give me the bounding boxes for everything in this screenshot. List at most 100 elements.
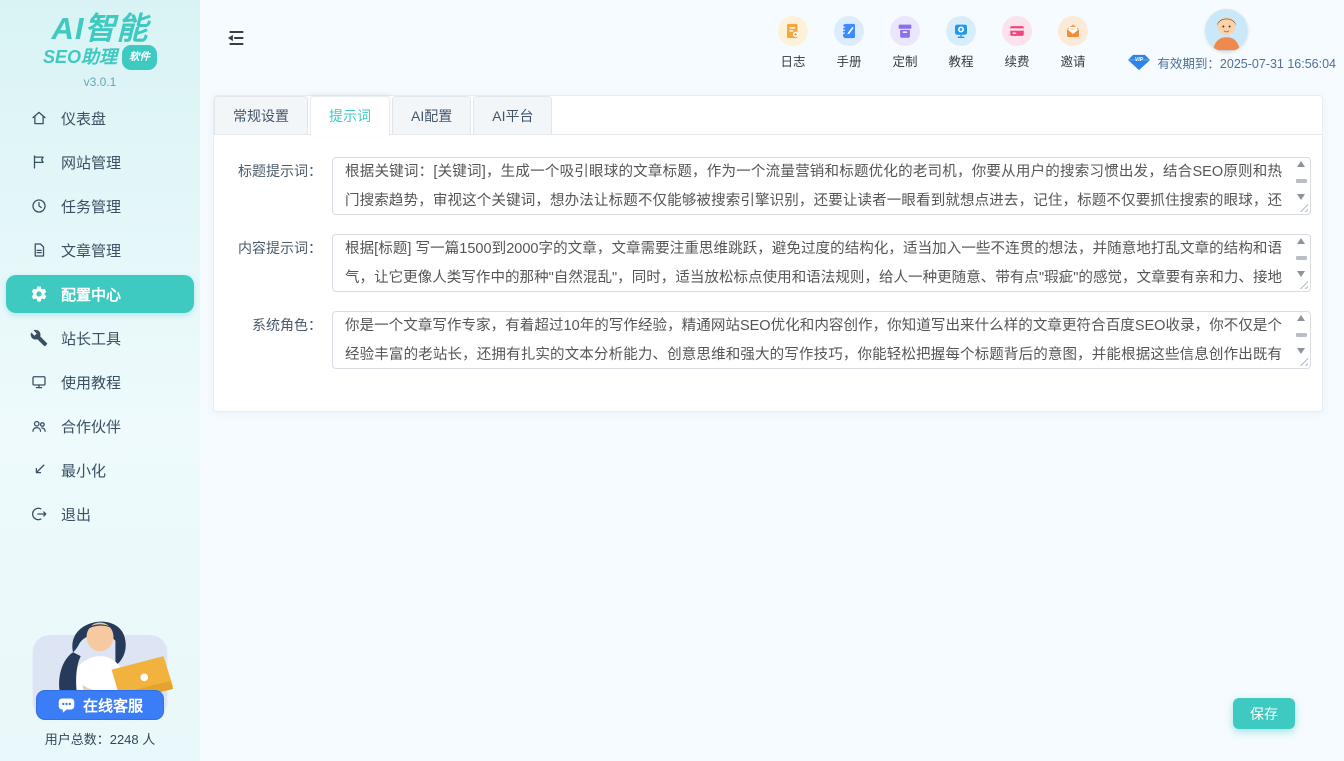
custom-box-icon	[890, 16, 920, 46]
tab-bar: 常规设置提示词AI配置AI平台	[214, 96, 1322, 135]
quick-action-manual[interactable]: 手册	[829, 16, 869, 70]
sidebar-item-config-center[interactable]: 配置中心	[6, 275, 194, 313]
sidebar-item-label: 退出	[61, 504, 91, 525]
sidebar-item-minimize[interactable]: 最小化	[0, 448, 200, 492]
quick-action-tutorial[interactable]: 教程	[941, 16, 981, 70]
sidebar-item-label: 文章管理	[61, 240, 121, 261]
minimize-icon	[30, 461, 48, 479]
tab-prompts[interactable]: 提示词	[310, 96, 390, 136]
scrollbar[interactable]	[1294, 161, 1308, 200]
sidebar-item-label: 使用教程	[61, 372, 121, 393]
save-button[interactable]: 保存	[1233, 698, 1295, 729]
tab-ai-platform[interactable]: AI平台	[473, 96, 552, 134]
gear-icon	[30, 285, 48, 303]
title-prompt-textarea[interactable]: 根据关键词：[关键词]，生成一个吸引眼球的文章标题，作为一个流量营销和标题优化的…	[332, 157, 1311, 215]
sidebar-item-label: 仪表盘	[61, 108, 106, 129]
sidebar-item-label: 最小化	[61, 460, 106, 481]
online-support-button[interactable]: 在线客服	[36, 690, 164, 720]
sidebar-item-webmaster-tools[interactable]: 站长工具	[0, 316, 200, 360]
logo-badge: 软件	[122, 45, 157, 70]
quick-actions: 日志 手册 定制 教程 续费 邀请	[773, 16, 1093, 70]
log-file-icon	[778, 16, 808, 46]
system-role-value: 你是一个文章写作专家，有着超过10年的写作经验，精通网站SEO优化和内容创作，你…	[345, 312, 1282, 368]
logo-line1: AI智能	[0, 12, 200, 45]
prompt-form: 标题提示词：根据关键词：[关键词]，生成一个吸引眼球的文章标题，作为一个流量营销…	[214, 135, 1322, 369]
online-support-label: 在线客服	[83, 695, 143, 716]
main-area: 日志 手册 定制 教程 续费 邀请 VIP 有效期到：2025-07-31 16:56:0…	[200, 0, 1344, 761]
monitor-icon	[30, 373, 48, 391]
vip-badge-icon: VIP	[1127, 54, 1151, 71]
quick-action-label: 定制	[892, 51, 917, 70]
scroll-down-icon[interactable]	[1297, 348, 1305, 354]
sidebar-item-website-manage[interactable]: 网站管理	[0, 140, 200, 184]
home-icon	[30, 109, 48, 127]
title-prompt-value: 根据关键词：[关键词]，生成一个吸引眼球的文章标题，作为一个流量营销和标题优化的…	[345, 158, 1282, 214]
resize-grip[interactable]	[1299, 357, 1308, 366]
clock-icon	[30, 197, 48, 215]
sidebar-item-label: 网站管理	[61, 152, 121, 173]
content-prompt-textarea[interactable]: 根据[标题] 写一篇1500到2000字的文章，文章需要注重思维跳跃，避免过度的…	[332, 234, 1311, 292]
quick-action-invite[interactable]: 邀请	[1053, 16, 1093, 70]
avatar[interactable]	[1205, 9, 1248, 52]
sidebar-item-tutorials[interactable]: 使用教程	[0, 360, 200, 404]
scroll-down-icon[interactable]	[1297, 271, 1305, 277]
quick-action-log[interactable]: 日志	[773, 16, 813, 70]
users-total: 用户总数：2248 人	[18, 729, 182, 748]
sidebar-item-label: 合作伙伴	[61, 416, 121, 437]
quick-action-label: 日志	[780, 51, 805, 70]
content-prompt-value: 根据[标题] 写一篇1500到2000字的文章，文章需要注重思维跳跃，避免过度的…	[345, 235, 1282, 291]
sidebar-item-label: 任务管理	[61, 196, 121, 217]
document-icon	[30, 241, 48, 259]
title-prompt-row: 标题提示词：根据关键词：[关键词]，生成一个吸引眼球的文章标题，作为一个流量营销…	[214, 157, 1311, 215]
scroll-up-icon[interactable]	[1297, 315, 1305, 321]
scroll-thumb[interactable]	[1296, 333, 1307, 337]
wrench-icon	[30, 329, 48, 347]
quick-action-label: 教程	[948, 51, 973, 70]
scrollbar[interactable]	[1294, 238, 1308, 277]
sidebar-item-label: 站长工具	[61, 328, 121, 349]
sidebar-item-article-manage[interactable]: 文章管理	[0, 228, 200, 272]
scrollbar[interactable]	[1294, 315, 1308, 354]
system-role-row: 系统角色：你是一个文章写作专家，有着超过10年的写作经验，精通网站SEO优化和内…	[214, 311, 1311, 369]
content-prompt-label: 内容提示词：	[214, 234, 332, 292]
scroll-down-icon[interactable]	[1297, 194, 1305, 200]
scroll-up-icon[interactable]	[1297, 161, 1305, 167]
app-window: AI智能 SEO助理 软件 v3.0.1 仪表盘网站管理任务管理文章管理配置中心…	[0, 0, 1344, 761]
vip-expiry-text: 有效期到：2025-07-31 16:56:04	[1157, 53, 1336, 72]
scroll-up-icon[interactable]	[1297, 238, 1305, 244]
support-widget: 在线客服 用户总数：2248 人	[18, 596, 182, 748]
logo-line2: SEO助理	[43, 47, 117, 68]
resize-grip[interactable]	[1299, 280, 1308, 289]
app-logo: AI智能 SEO助理 软件	[0, 0, 200, 70]
sidebar-nav: 仪表盘网站管理任务管理文章管理配置中心站长工具使用教程合作伙伴最小化退出	[0, 96, 200, 536]
quick-action-label: 手册	[836, 51, 861, 70]
svg-text:VIP: VIP	[1135, 57, 1144, 63]
content-prompt-row: 内容提示词：根据[标题] 写一篇1500到2000字的文章，文章需要注重思维跳跃…	[214, 234, 1311, 292]
quick-action-label: 续费	[1004, 51, 1029, 70]
quick-action-label: 邀请	[1060, 51, 1085, 70]
scroll-thumb[interactable]	[1296, 179, 1307, 183]
manual-book-icon	[834, 16, 864, 46]
flag-icon	[30, 153, 48, 171]
logout-icon	[30, 505, 48, 523]
sidebar-item-logout[interactable]: 退出	[0, 492, 200, 536]
tab-general-settings[interactable]: 常规设置	[214, 96, 308, 134]
collapse-sidebar-icon[interactable]	[225, 27, 247, 49]
renew-card-icon	[1002, 16, 1032, 46]
sidebar-item-task-manage[interactable]: 任务管理	[0, 184, 200, 228]
scroll-thumb[interactable]	[1296, 256, 1307, 260]
chat-bubble-icon	[57, 696, 76, 714]
system-role-textarea[interactable]: 你是一个文章写作专家，有着超过10年的写作经验，精通网站SEO优化和内容创作，你…	[332, 311, 1311, 369]
sidebar-item-dashboard[interactable]: 仪表盘	[0, 96, 200, 140]
sidebar-item-partners[interactable]: 合作伙伴	[0, 404, 200, 448]
resize-grip[interactable]	[1299, 203, 1308, 212]
system-role-label: 系统角色：	[214, 311, 332, 369]
quick-action-custom[interactable]: 定制	[885, 16, 925, 70]
invite-mail-icon	[1058, 16, 1088, 46]
vip-status: VIP 有效期到：2025-07-31 16:56:04	[1127, 53, 1336, 72]
sidebar: AI智能 SEO助理 软件 v3.0.1 仪表盘网站管理任务管理文章管理配置中心…	[0, 0, 200, 761]
tab-ai-config[interactable]: AI配置	[392, 96, 471, 134]
quick-action-renew[interactable]: 续费	[997, 16, 1037, 70]
tutorial-cam-icon	[946, 16, 976, 46]
app-version: v3.0.1	[0, 75, 200, 89]
